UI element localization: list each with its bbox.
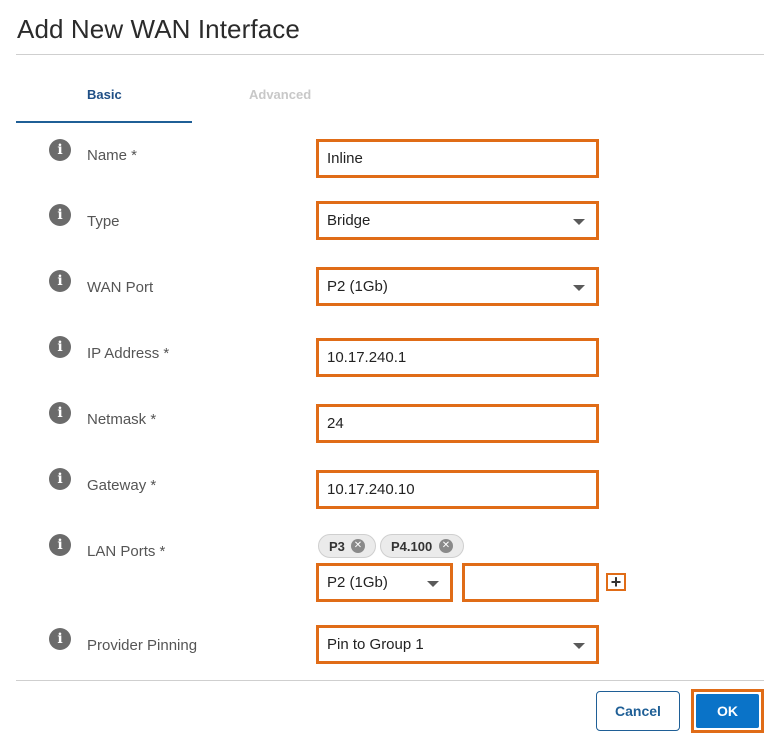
footer-divider	[16, 680, 764, 681]
ip-address-label: IP Address *	[87, 345, 170, 362]
type-label: Type	[87, 213, 120, 230]
plus-icon: +	[610, 572, 622, 592]
info-icon[interactable]: i	[49, 534, 71, 556]
wan-port-select-value: P2 (1Gb)	[327, 278, 388, 295]
info-icon[interactable]: i	[49, 468, 71, 490]
name-field-value: Inline	[327, 150, 363, 167]
chevron-down-icon	[427, 581, 439, 587]
tab-advanced[interactable]: Advanced	[249, 87, 311, 102]
gateway-label: Gateway *	[87, 477, 157, 494]
ip-address-field-value: 10.17.240.1	[327, 349, 407, 366]
ip-address-field[interactable]: 10.17.240.1	[316, 338, 599, 377]
info-icon[interactable]: i	[49, 336, 71, 358]
cancel-button[interactable]: Cancel	[596, 691, 680, 731]
provider-pinning-select-value: Pin to Group 1	[327, 636, 424, 653]
lan-port-chip-label: P4.100	[391, 538, 433, 554]
gateway-field[interactable]: 10.17.240.10	[316, 470, 599, 509]
title-divider	[16, 54, 764, 55]
type-select-value: Bridge	[327, 212, 371, 229]
lan-port-chip: P4.100 ✕	[380, 534, 464, 558]
chevron-down-icon	[573, 219, 585, 225]
dialog-title: Add New WAN Interface	[17, 14, 300, 44]
close-icon[interactable]: ✕	[439, 539, 453, 553]
info-icon[interactable]: i	[49, 270, 71, 292]
lan-port-chip-label: P3	[329, 538, 345, 554]
chevron-down-icon	[573, 643, 585, 649]
add-lan-port-button[interactable]: +	[606, 573, 626, 591]
netmask-label: Netmask *	[87, 411, 157, 428]
info-icon[interactable]: i	[49, 628, 71, 650]
chevron-down-icon	[573, 285, 585, 291]
gateway-field-value: 10.17.240.10	[327, 481, 415, 498]
info-icon[interactable]: i	[49, 204, 71, 226]
ok-button[interactable]: OK	[696, 694, 759, 728]
lan-port-select-value: P2 (1Gb)	[327, 574, 388, 591]
info-icon[interactable]: i	[49, 402, 71, 424]
lan-port-chip: P3 ✕	[318, 534, 376, 558]
netmask-field-value: 24	[327, 415, 344, 432]
type-select[interactable]: Bridge	[316, 201, 599, 240]
lan-port-select[interactable]: P2 (1Gb)	[316, 563, 453, 602]
wan-port-label: WAN Port	[87, 279, 154, 296]
name-field[interactable]: Inline	[316, 139, 599, 178]
name-label: Name *	[87, 147, 138, 164]
netmask-field[interactable]: 24	[316, 404, 599, 443]
active-tab-underline	[16, 121, 192, 123]
info-icon[interactable]: i	[49, 139, 71, 161]
close-icon[interactable]: ✕	[351, 539, 365, 553]
provider-pinning-label: Provider Pinning	[87, 637, 198, 654]
tab-basic[interactable]: Basic	[87, 87, 122, 102]
provider-pinning-select[interactable]: Pin to Group 1	[316, 625, 599, 664]
wan-port-select[interactable]: P2 (1Gb)	[316, 267, 599, 306]
lan-ports-label: LAN Ports *	[87, 543, 166, 560]
lan-port-vlan-input[interactable]	[462, 563, 599, 602]
